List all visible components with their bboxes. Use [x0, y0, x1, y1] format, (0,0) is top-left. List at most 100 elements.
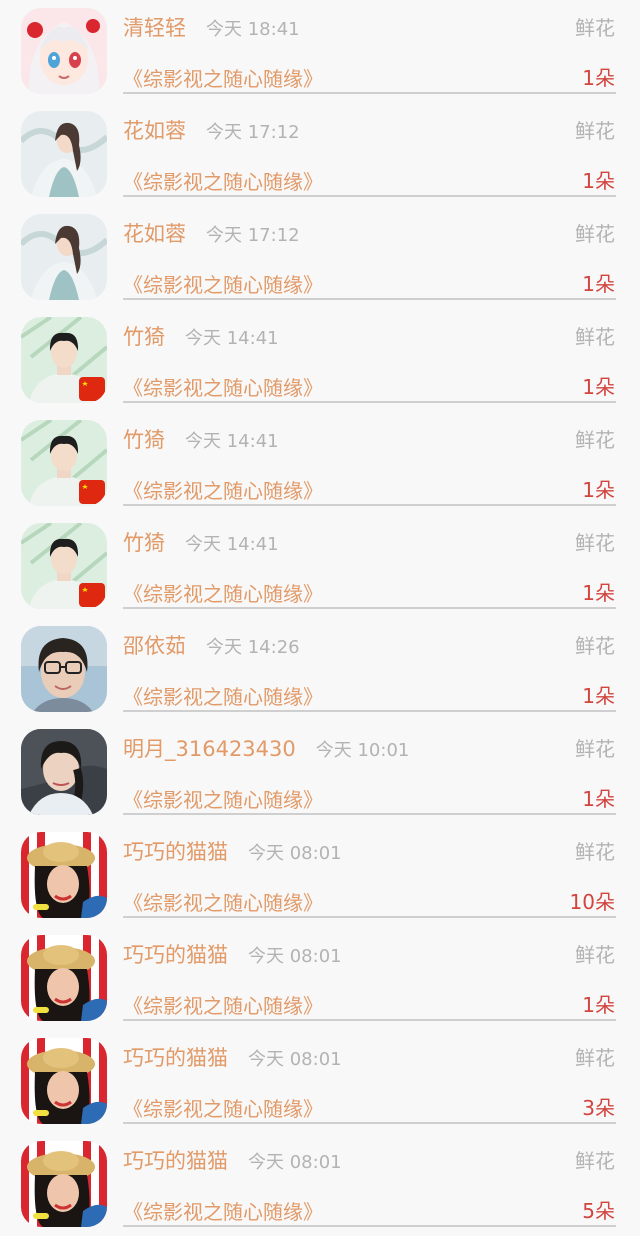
gift-count: 1朵: [582, 375, 615, 399]
timestamp: 今天 14:41: [185, 431, 279, 452]
timestamp: 今天 08:01: [248, 946, 342, 967]
row-divider: [123, 401, 616, 403]
timestamp: 今天 17:12: [206, 122, 300, 143]
gift-count: 10朵: [569, 890, 615, 914]
gift-record-row[interactable]: 巧巧的猫猫 今天 08:01 鲜花 《综影视之随心随缘》 1朵: [0, 927, 640, 1030]
book-title[interactable]: 《综影视之随心随缘》: [123, 784, 323, 813]
user-avatar[interactable]: [21, 420, 107, 506]
gift-type: 鲜花: [575, 943, 615, 967]
gift-count: 1朵: [582, 787, 615, 811]
row-divider: [123, 607, 616, 609]
row-divider: [123, 813, 616, 815]
book-title[interactable]: 《综影视之随心随缘》: [123, 578, 323, 607]
book-title[interactable]: 《综影视之随心随缘》: [123, 681, 323, 710]
avatar-image: [21, 626, 107, 712]
user-name[interactable]: 邵依茹: [123, 630, 186, 660]
gift-record-row[interactable]: 清轻轻 今天 18:41 鲜花 《综影视之随心随缘》 1朵: [0, 0, 640, 103]
avatar-image: [21, 1141, 107, 1227]
book-title[interactable]: 《综影视之随心随缘》: [123, 887, 323, 916]
book-title[interactable]: 《综影视之随心随缘》: [123, 475, 323, 504]
book-title[interactable]: 《综影视之随心随缘》: [123, 372, 323, 401]
user-avatar[interactable]: [21, 935, 107, 1021]
gift-count: 5朵: [582, 1199, 615, 1223]
timestamp: 今天 08:01: [248, 843, 342, 864]
gift-record-row[interactable]: 巧巧的猫猫 今天 08:01 鲜花 《综影视之随心随缘》 5朵: [0, 1133, 640, 1236]
row-divider: [123, 504, 616, 506]
user-avatar[interactable]: [21, 214, 107, 300]
timestamp: 今天 14:26: [206, 637, 300, 658]
row-divider: [123, 298, 616, 300]
gift-record-row[interactable]: 邵依茹 今天 14:26 鲜花 《综影视之随心随缘》 1朵: [0, 618, 640, 721]
gift-type: 鲜花: [575, 737, 615, 761]
gift-record-row[interactable]: 竹猗 今天 14:41 鲜花 《综影视之随心随缘》 1朵: [0, 515, 640, 618]
gift-count: 1朵: [582, 66, 615, 90]
gift-count: 1朵: [582, 581, 615, 605]
avatar-image: [21, 420, 107, 506]
user-avatar[interactable]: [21, 111, 107, 197]
gift-type: 鲜花: [575, 1046, 615, 1070]
avatar-image: [21, 523, 107, 609]
timestamp: 今天 14:41: [185, 328, 279, 349]
user-avatar[interactable]: [21, 832, 107, 918]
avatar-image: [21, 832, 107, 918]
gift-count: 1朵: [582, 478, 615, 502]
book-title[interactable]: 《综影视之随心随缘》: [123, 990, 323, 1019]
gift-count: 1朵: [582, 684, 615, 708]
gift-record-row[interactable]: 竹猗 今天 14:41 鲜花 《综影视之随心随缘》 1朵: [0, 309, 640, 412]
book-title[interactable]: 《综影视之随心随缘》: [123, 166, 323, 195]
timestamp: 今天 17:12: [206, 225, 300, 246]
user-name[interactable]: 花如蓉: [123, 218, 186, 248]
user-name[interactable]: 花如蓉: [123, 115, 186, 145]
avatar-image: [21, 317, 107, 403]
timestamp: 今天 18:41: [206, 19, 300, 40]
book-title[interactable]: 《综影视之随心随缘》: [123, 1093, 323, 1122]
gift-type: 鲜花: [575, 119, 615, 143]
gift-record-row[interactable]: 明月_316423430 今天 10:01 鲜花 《综影视之随心随缘》 1朵: [0, 721, 640, 824]
gift-record-row[interactable]: 花如蓉 今天 17:12 鲜花 《综影视之随心随缘》 1朵: [0, 206, 640, 309]
user-name[interactable]: 竹猗: [123, 527, 165, 557]
row-divider: [123, 1225, 616, 1227]
gift-type: 鲜花: [575, 16, 615, 40]
user-name[interactable]: 巧巧的猫猫: [123, 939, 228, 969]
gift-record-row[interactable]: 巧巧的猫猫 今天 08:01 鲜花 《综影视之随心随缘》 3朵: [0, 1030, 640, 1133]
gift-count: 1朵: [582, 169, 615, 193]
row-divider: [123, 92, 616, 94]
gift-record-list: 清轻轻 今天 18:41 鲜花 《综影视之随心随缘》 1朵 花如蓉 今天 17:…: [0, 0, 640, 1236]
user-avatar[interactable]: [21, 626, 107, 712]
user-name[interactable]: 巧巧的猫猫: [123, 1145, 228, 1175]
gift-type: 鲜花: [575, 634, 615, 658]
gift-record-row[interactable]: 巧巧的猫猫 今天 08:01 鲜花 《综影视之随心随缘》 10朵: [0, 824, 640, 927]
avatar-image: [21, 1038, 107, 1124]
user-name[interactable]: 巧巧的猫猫: [123, 836, 228, 866]
user-name[interactable]: 明月_316423430: [123, 733, 296, 763]
gift-type: 鲜花: [575, 222, 615, 246]
book-title[interactable]: 《综影视之随心随缘》: [123, 269, 323, 298]
user-avatar[interactable]: [21, 8, 107, 94]
book-title[interactable]: 《综影视之随心随缘》: [123, 63, 323, 92]
timestamp: 今天 08:01: [248, 1049, 342, 1070]
timestamp: 今天 08:01: [248, 1152, 342, 1173]
gift-type: 鲜花: [575, 840, 615, 864]
user-name[interactable]: 竹猗: [123, 424, 165, 454]
user-name[interactable]: 清轻轻: [123, 12, 186, 42]
user-name[interactable]: 巧巧的猫猫: [123, 1042, 228, 1072]
user-avatar[interactable]: [21, 317, 107, 403]
gift-type: 鲜花: [575, 428, 615, 452]
avatar-image: [21, 729, 107, 815]
user-avatar[interactable]: [21, 1038, 107, 1124]
gift-count: 1朵: [582, 272, 615, 296]
user-avatar[interactable]: [21, 523, 107, 609]
user-avatar[interactable]: [21, 1141, 107, 1227]
gift-count: 1朵: [582, 993, 615, 1017]
gift-type: 鲜花: [575, 1149, 615, 1173]
gift-type: 鲜花: [575, 531, 615, 555]
book-title[interactable]: 《综影视之随心随缘》: [123, 1196, 323, 1225]
user-avatar[interactable]: [21, 729, 107, 815]
avatar-image: [21, 8, 107, 94]
timestamp: 今天 14:41: [185, 534, 279, 555]
user-name[interactable]: 竹猗: [123, 321, 165, 351]
row-divider: [123, 710, 616, 712]
gift-record-row[interactable]: 花如蓉 今天 17:12 鲜花 《综影视之随心随缘》 1朵: [0, 103, 640, 206]
gift-count: 3朵: [582, 1096, 615, 1120]
gift-record-row[interactable]: 竹猗 今天 14:41 鲜花 《综影视之随心随缘》 1朵: [0, 412, 640, 515]
